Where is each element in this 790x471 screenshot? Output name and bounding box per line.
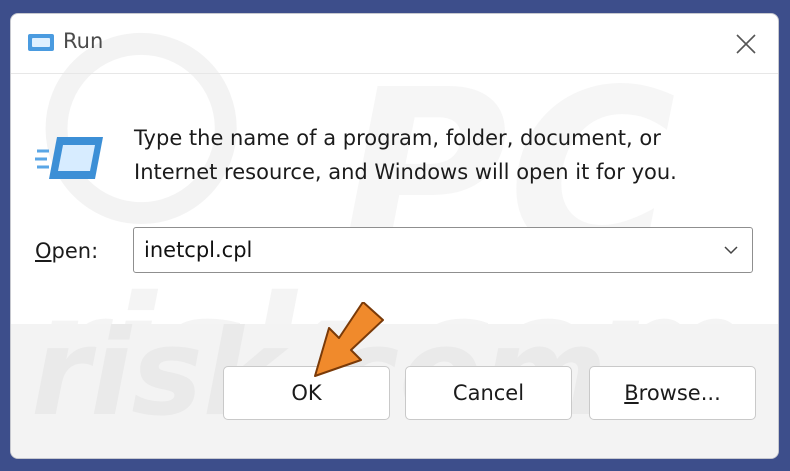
open-label-mnemonic: O [35,239,52,263]
run-dialog: risk.com PC Run Type the name of a progr… [10,13,779,459]
orange-arrow-icon [314,302,384,377]
open-combobox[interactable]: inetcpl.cpl [133,227,753,273]
description-line-1: Type the name of a program, folder, docu… [134,126,661,150]
open-label: Open: [35,239,98,263]
title-divider [11,73,778,74]
close-button[interactable] [724,24,768,64]
run-icon [28,34,54,51]
close-icon [736,34,756,54]
description-line-2: Internet resource, and Windows will open… [134,160,677,184]
browse-mnemonic: B [624,381,639,405]
cancel-button[interactable]: Cancel [405,366,572,420]
open-label-rest: pen: [51,239,99,263]
browse-button[interactable]: Browse... [589,366,756,420]
window-title: Run [63,29,104,53]
title-bar[interactable]: Run [11,14,778,74]
run-program-icon [35,137,103,179]
browse-label-rest: rowse... [638,381,721,405]
open-input[interactable]: inetcpl.cpl [144,238,252,262]
dialog-description: Type the name of a program, folder, docu… [134,121,754,189]
chevron-down-icon[interactable] [724,245,738,255]
